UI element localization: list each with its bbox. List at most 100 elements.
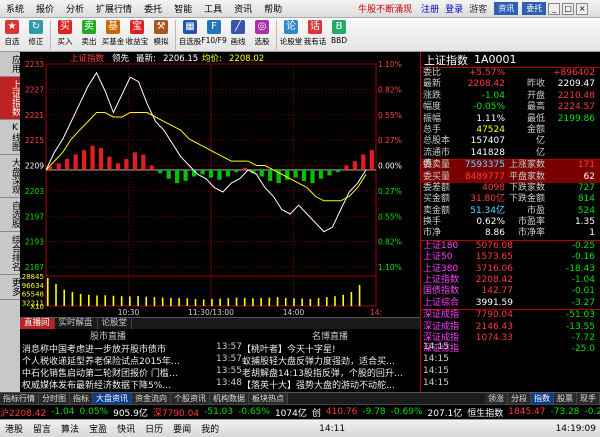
- news-time: 13:57: [216, 342, 242, 352]
- ticker-item: -0.69%: [390, 407, 423, 417]
- menu-help[interactable]: 帮助: [258, 2, 288, 15]
- left-tab-strip: 应用 上证指数 K线图 大盘深观 自选股 综合排名 更多: [0, 52, 20, 392]
- status-item-5[interactable]: 日历: [140, 422, 168, 435]
- menu-quote[interactable]: 报价: [30, 2, 60, 15]
- minimize-icon[interactable]: _: [548, 2, 561, 15]
- quote-label-2: [513, 275, 547, 286]
- news-panel: 股市直播 名博直播 消息称中国考虑进一步放开股市债市 13:57 个人税收递延型养老…: [20, 329, 449, 392]
- quote-value: 157407: [470, 136, 505, 147]
- left-tab-4[interactable]: 自选股: [0, 198, 20, 232]
- status-item-2[interactable]: 算法: [56, 422, 84, 435]
- trade-button[interactable]: 委托: [522, 2, 547, 15]
- volume-bar: [55, 283, 57, 306]
- price-tick-label: 2193: [25, 238, 44, 247]
- toolbar-button-2[interactable]: 买买入: [53, 18, 77, 52]
- news-tab-0[interactable]: 直播间: [20, 318, 55, 329]
- status-item-6[interactable]: 要闻: [168, 422, 196, 435]
- volume-bar: [276, 297, 279, 306]
- volume-bar: [186, 298, 189, 306]
- maximize-icon[interactable]: □: [562, 2, 575, 15]
- close-icon[interactable]: ×: [576, 2, 589, 15]
- toolbar-button-6[interactable]: ⚒ 模拟: [149, 18, 173, 52]
- bottom-tab-5[interactable]: 个股资讯: [171, 393, 210, 404]
- menu-analysis[interactable]: 分析: [60, 2, 90, 15]
- volume-tick-label: 128845: [20, 273, 44, 281]
- bottom-tab-3[interactable]: 大盘资讯: [93, 393, 132, 404]
- news-button[interactable]: 资讯: [494, 2, 519, 15]
- left-tab-1[interactable]: 上证指数: [0, 77, 20, 120]
- volume-unit: X10: [30, 303, 44, 311]
- left-tab-5[interactable]: 综合排名: [0, 232, 20, 275]
- quote-row: 上证指数 2208.42 -1.04: [421, 275, 600, 286]
- bottom-tab-6[interactable]: 机构数据: [210, 393, 249, 404]
- menu-extended[interactable]: 扩展行情: [90, 2, 138, 15]
- quote-label-2: [513, 333, 547, 344]
- bottom-tab-right-1[interactable]: 分段: [508, 393, 531, 404]
- toolbar-button-5[interactable]: 宝收益宝: [125, 18, 149, 52]
- login-link[interactable]: 登录: [442, 2, 466, 15]
- bottom-tab-1[interactable]: 分时图: [39, 393, 70, 404]
- toolbar-button-0[interactable]: ★ 自选: [0, 18, 24, 52]
- toolbar-button-9[interactable]: ╱ 画线: [226, 18, 250, 52]
- status-item-1[interactable]: 留言: [28, 422, 56, 435]
- left-tab-0[interactable]: 应用: [0, 52, 20, 77]
- quote-label: 委差额: [423, 182, 451, 193]
- news-headline[interactable]: 权威媒体发布最新经济数据下降5%…: [22, 378, 210, 391]
- quote-row: 最新 2208.42 昨收 2209.47: [421, 79, 600, 90]
- quote-label-2: [513, 264, 547, 275]
- toolbar-button-12[interactable]: 话我有话: [303, 18, 327, 52]
- toolbar-button-13[interactable]: B BBD: [327, 18, 351, 52]
- net-bar: [132, 152, 137, 170]
- ticker-item: 0.05%: [79, 407, 109, 417]
- left-tab-6[interactable]: 更多: [0, 275, 20, 300]
- promo-link[interactable]: 牛股不断涌现: [352, 2, 418, 15]
- toolbar-button-3[interactable]: 卖卖出: [77, 18, 101, 52]
- left-tab-3[interactable]: 大盘深观: [0, 155, 20, 198]
- menu-smart[interactable]: 智能: [168, 2, 198, 15]
- bottom-tab-right-2[interactable]: 指数: [531, 393, 554, 404]
- toolbar-button-7[interactable]: ▦ 自选股: [178, 18, 202, 52]
- menu-trade[interactable]: 委托: [138, 2, 168, 15]
- status-item-0[interactable]: 港股: [0, 422, 28, 435]
- bottom-tab-right-0[interactable]: 领涨: [485, 393, 508, 404]
- blog-headline[interactable]: 【落英十大】强势大盘的游动不动舵…: [242, 378, 412, 391]
- status-item-3[interactable]: 宝盈: [84, 422, 112, 435]
- toolbar-button-10[interactable]: ◎ 选股: [250, 18, 274, 52]
- volume-bar: [284, 297, 287, 306]
- bottom-tab-0[interactable]: 指标行情: [0, 393, 39, 404]
- quote-label-2: 平盘家数: [508, 171, 545, 182]
- news-tab-2[interactable]: 论股堂: [98, 318, 133, 329]
- intraday-chart[interactable]: 上证指数 领先 最新: 2206.15 均价: 2208.02 2233 1.10% 2227 0…: [20, 52, 420, 317]
- bottom-tab-right-3[interactable]: 股票: [554, 393, 577, 404]
- bottom-tab-right-4[interactable]: 现手: [577, 393, 600, 404]
- chart-header-latest-label: 最新:: [136, 53, 156, 64]
- pct-tick-label: 0.27%: [378, 187, 402, 196]
- net-bar: [56, 163, 61, 170]
- blog-time: 14:15: [423, 366, 449, 376]
- quote-value: -0.05%: [473, 102, 505, 113]
- status-item-7[interactable]: 我的: [196, 422, 224, 435]
- toolbar-button-11[interactable]: 论论股堂: [279, 18, 303, 52]
- quote-label-2: 下跌家数: [508, 182, 545, 193]
- register-link[interactable]: 注册: [418, 2, 442, 15]
- status-item-4[interactable]: 快讯: [112, 422, 140, 435]
- menu-system[interactable]: 系统: [0, 2, 30, 15]
- left-tab-2[interactable]: K线图: [0, 120, 20, 155]
- toolbar-button-8[interactable]: F F10/F9: [201, 18, 227, 52]
- menu-news[interactable]: 资讯: [228, 2, 258, 15]
- quote-value-2: -18.43: [565, 263, 595, 274]
- menu-bar: 系统 报价 分析 扩展行情 委托 智能 工具 资讯 帮助 牛股不断涌现 注册 登…: [0, 0, 600, 18]
- toolbar-button-4[interactable]: 基买基金: [101, 18, 125, 52]
- toolbar-button-1[interactable]: ↻ 修正: [24, 18, 48, 52]
- quote-label: 深证成指: [423, 310, 460, 321]
- news-tab-strip: 直播间 实时解盘 论股堂: [20, 317, 420, 329]
- quote-row: 卖金额 51.34亿 市盈 524: [421, 206, 600, 217]
- news-tab-1[interactable]: 实时解盘: [55, 318, 98, 329]
- bottom-tab-2[interactable]: 指标: [70, 393, 93, 404]
- bottom-tab-7[interactable]: 板块热点: [249, 393, 288, 404]
- quote-label: 委卖量: [423, 160, 451, 171]
- volume-bar: [342, 294, 344, 306]
- menu-tools[interactable]: 工具: [198, 2, 228, 15]
- bottom-tab-4[interactable]: 资金流向: [132, 393, 171, 404]
- volume-bar: [153, 297, 156, 306]
